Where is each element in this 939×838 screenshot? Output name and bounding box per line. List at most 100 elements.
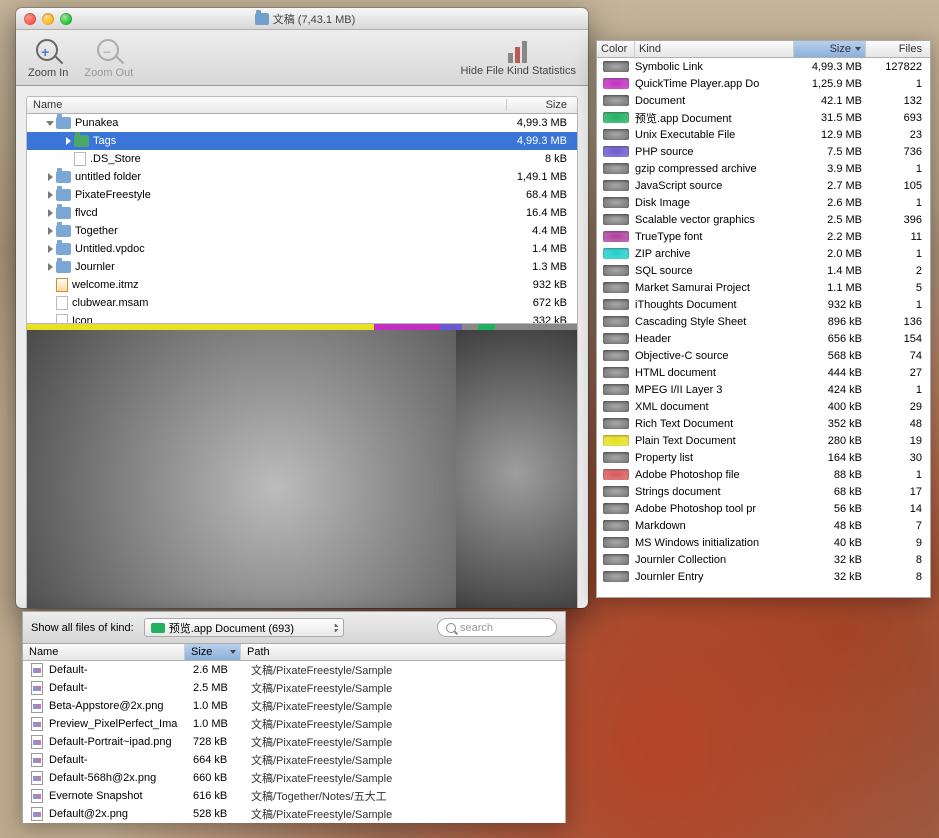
list-item[interactable]: Default-2.6 MB文稿/PixateFreestyle/Sample (23, 661, 565, 679)
tree-scroll[interactable]: Punakea4,99.3 MBTags4,99.3 MB.DS_Store8 … (27, 114, 577, 324)
kind-row[interactable]: PHP source7.5 MB736 (597, 143, 930, 160)
disclosure-triangle-icon[interactable] (45, 190, 55, 200)
kind-row[interactable]: Unix Executable File12.9 MB23 (597, 126, 930, 143)
tree-row[interactable]: PixateFreestyle68.4 MB (27, 186, 577, 204)
list-item[interactable]: Default-568h@2x.png660 kB文稿/PixateFreest… (23, 769, 565, 787)
col-name-header[interactable]: Name (23, 644, 185, 660)
col-size-header[interactable]: Size (507, 99, 577, 111)
tree-row[interactable]: Untitled.vpdoc1.4 MB (27, 240, 577, 258)
disclosure-triangle-icon[interactable] (45, 172, 55, 182)
treemap-block[interactable] (27, 330, 456, 608)
folder-icon (56, 207, 71, 219)
list-item[interactable]: Default@2x.png528 kB文稿/PixateFreestyle/S… (23, 805, 565, 823)
kind-row[interactable]: Disk Image2.6 MB1 (597, 194, 930, 211)
file-path: 文稿/PixateFreestyle/Sample (245, 752, 565, 768)
kind-name: Unix Executable File (635, 129, 798, 141)
kind-row[interactable]: Property list164 kB30 (597, 449, 930, 466)
kind-row[interactable]: iThoughts Document932 kB1 (597, 296, 930, 313)
disclosure-triangle-icon[interactable] (45, 262, 55, 272)
zoom-in-button[interactable]: + Zoom In (28, 37, 68, 79)
tree-row[interactable]: Together4.4 MB (27, 222, 577, 240)
col-size-header-sorted[interactable]: Size (185, 644, 241, 660)
tree-row[interactable]: Icon332 kB (27, 312, 577, 324)
kind-row[interactable]: Symbolic Link4,99.3 MB127822 (597, 58, 930, 75)
tree-row[interactable]: Punakea4,99.3 MB (27, 114, 577, 132)
kind-row[interactable]: Market Samurai Project1.1 MB5 (597, 279, 930, 296)
disclosure-triangle-icon[interactable] (45, 208, 55, 218)
kind-list[interactable]: Symbolic Link4,99.3 MB127822QuickTime Pl… (597, 58, 930, 597)
kind-row[interactable]: MPEG I/II Layer 3424 kB1 (597, 381, 930, 398)
kind-row[interactable]: Strings document68 kB17 (597, 483, 930, 500)
kind-size: 2.5 MB (798, 214, 866, 226)
list-item[interactable]: Evernote Snapshot616 kB文稿/Together/Notes… (23, 787, 565, 805)
treemap-block[interactable] (456, 330, 577, 608)
list-item[interactable]: Preview_PixelPerfect_Ima1.0 MB文稿/PixateF… (23, 715, 565, 733)
disclosure-triangle-icon[interactable] (45, 226, 55, 236)
kind-row[interactable]: TrueType font2.2 MB11 (597, 228, 930, 245)
kind-size: 424 kB (798, 384, 866, 396)
kind-row[interactable]: Adobe Photoshop file88 kB1 (597, 466, 930, 483)
kind-row[interactable]: Rich Text Document352 kB48 (597, 415, 930, 432)
col-name-header[interactable]: Name (27, 99, 507, 111)
list-item[interactable]: Default-664 kB文稿/PixateFreestyle/Sample (23, 751, 565, 769)
kind-row[interactable]: Journler Entry32 kB8 (597, 568, 930, 585)
kind-row[interactable]: MS Windows initialization40 kB9 (597, 534, 930, 551)
tree-row[interactable]: untitled folder1,49.1 MB (27, 168, 577, 186)
kind-row[interactable]: gzip compressed archive3.9 MB1 (597, 160, 930, 177)
tree-row[interactable]: Journler1.3 MB (27, 258, 577, 276)
kind-row[interactable]: HTML document444 kB27 (597, 364, 930, 381)
kind-row[interactable]: SQL source1.4 MB2 (597, 262, 930, 279)
col-color-header[interactable]: Color (597, 41, 635, 57)
lower-file-list[interactable]: Default-2.6 MB文稿/PixateFreestyle/SampleD… (23, 661, 565, 823)
kind-row[interactable]: Header656 kB154 (597, 330, 930, 347)
kind-row[interactable]: XML document400 kB29 (597, 398, 930, 415)
kind-files: 5 (866, 282, 930, 294)
lower-header[interactable]: Name Size Path (23, 644, 565, 661)
main-window: 文稿 (7,43.1 MB) + Zoom In − Zoom Out Hide… (16, 8, 588, 608)
close-icon[interactable] (24, 13, 36, 25)
kind-row[interactable]: Document42.1 MB132 (597, 92, 930, 109)
col-size-header-sorted[interactable]: Size (794, 41, 866, 57)
kind-row[interactable]: Scalable vector graphics2.5 MB396 (597, 211, 930, 228)
titlebar[interactable]: 文稿 (7,43.1 MB) (16, 8, 588, 30)
kind-row[interactable]: 预览.app Document31.5 MB693 (597, 109, 930, 126)
file-icon (56, 278, 68, 292)
kind-size: 32 kB (798, 571, 866, 583)
tree-row[interactable]: welcome.itmz932 kB (27, 276, 577, 294)
col-kind-header[interactable]: Kind (635, 41, 794, 57)
col-path-header[interactable]: Path (241, 644, 565, 660)
tree-row[interactable]: Tags4,99.3 MB (27, 132, 577, 150)
minimize-icon[interactable] (42, 13, 54, 25)
file-icon (56, 314, 68, 324)
file-path: 文稿/PixateFreestyle/Sample (245, 662, 565, 678)
kind-row[interactable]: Journler Collection32 kB8 (597, 551, 930, 568)
kind-select[interactable]: 预览.app Document (693) (144, 618, 344, 637)
kind-row[interactable]: QuickTime Player.app Do1,25.9 MB1 (597, 75, 930, 92)
disclosure-triangle-icon[interactable] (45, 244, 55, 254)
kind-row[interactable]: ZIP archive2.0 MB1 (597, 245, 930, 262)
kind-name: Journler Entry (635, 571, 798, 583)
col-files-header[interactable]: Files (866, 41, 930, 57)
list-item[interactable]: Default-2.5 MB文稿/PixateFreestyle/Sample (23, 679, 565, 697)
color-swatch (603, 435, 629, 446)
disclosure-triangle-icon[interactable] (63, 136, 73, 146)
kind-row[interactable]: Cascading Style Sheet896 kB136 (597, 313, 930, 330)
kind-header[interactable]: Color Kind Size Files (597, 41, 930, 58)
zoom-icon[interactable] (60, 13, 72, 25)
kind-row[interactable]: Plain Text Document280 kB19 (597, 432, 930, 449)
kind-row[interactable]: Objective-C source568 kB74 (597, 347, 930, 364)
tree-row[interactable]: clubwear.msam672 kB (27, 294, 577, 312)
tree-header[interactable]: Name Size (27, 97, 577, 114)
color-swatch (603, 61, 629, 72)
tree-row[interactable]: .DS_Store8 kB (27, 150, 577, 168)
list-item[interactable]: Default-Portrait~ipad.png728 kB文稿/Pixate… (23, 733, 565, 751)
treemap[interactable] (27, 324, 577, 608)
tree-row[interactable]: flvcd16.4 MB (27, 204, 577, 222)
kind-row[interactable]: Markdown48 kB7 (597, 517, 930, 534)
search-input[interactable]: search (437, 618, 557, 637)
list-item[interactable]: Beta-Appstore@2x.png1.0 MB文稿/PixateFrees… (23, 697, 565, 715)
kind-row[interactable]: Adobe Photoshop tool pr56 kB14 (597, 500, 930, 517)
kind-row[interactable]: JavaScript source2.7 MB105 (597, 177, 930, 194)
hide-stats-button[interactable]: Hide File Kind Statistics (460, 39, 576, 77)
disclosure-triangle-icon[interactable] (45, 118, 55, 128)
